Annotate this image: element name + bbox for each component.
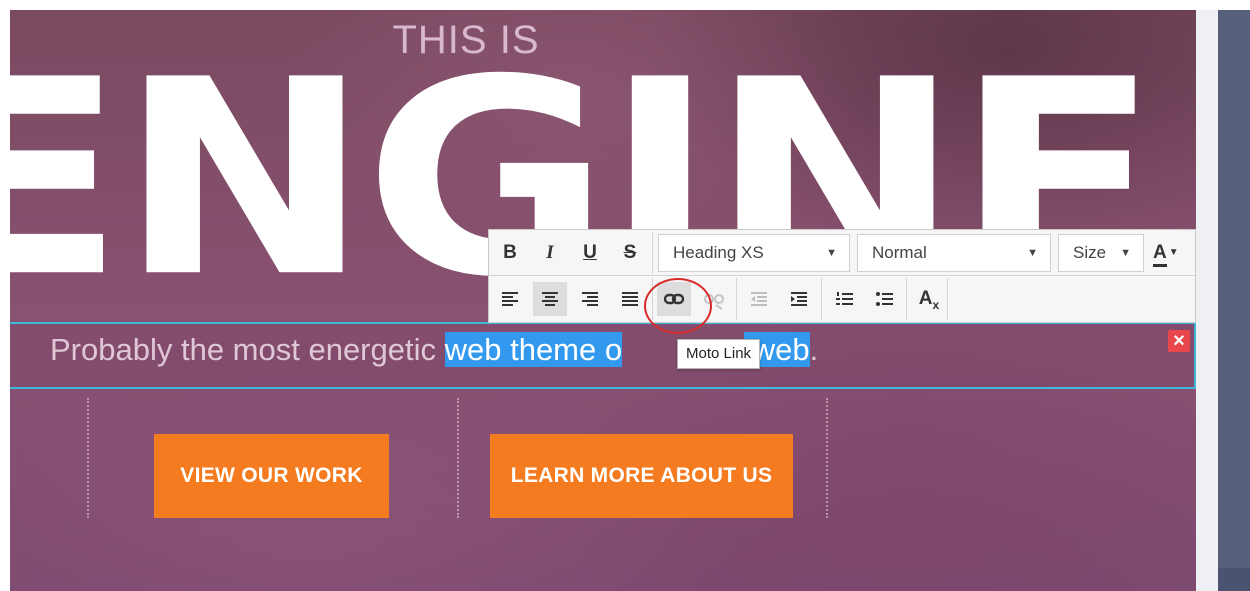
toolbar-row-formatting: B I U S Heading XS ▼ Normal ▼ Size ▼ A ▼ [489,230,1195,276]
learn-more-button[interactable]: LEARN MORE ABOUT US [490,434,793,518]
column-divider-3 [826,398,828,518]
editor-side-panel[interactable] [1218,10,1250,591]
toolbar-separator [652,232,653,274]
indent-button[interactable] [782,282,816,316]
toolbar-separator [821,278,822,320]
text-color-icon: A [1153,242,1167,268]
align-center-icon [542,292,558,306]
tagline-selection-start: web theme o [444,332,623,367]
chevron-down-icon: ▼ [1168,247,1179,258]
toolbar-separator [906,278,907,320]
strikethrough-button[interactable]: S [613,236,647,270]
numbered-list-icon [836,292,853,305]
font-size-value: Size [1073,243,1107,262]
chevron-down-icon: ▼ [826,247,837,259]
heading-select[interactable]: Heading XS ▼ [658,234,850,272]
underline-button[interactable]: U [573,236,607,270]
view-our-work-button[interactable]: VIEW OUR WORK [154,434,389,518]
align-left-button[interactable] [493,282,527,316]
align-justify-button[interactable] [613,282,647,316]
clear-formatting-icon: A [918,288,933,309]
paragraph-style-value: Normal [872,243,927,262]
italic-button[interactable]: I [533,236,567,270]
outdent-button[interactable] [742,282,776,316]
align-left-icon [502,292,518,306]
tagline-plain: Probably the most energetic [50,332,445,367]
moto-link-tooltip: Moto Link [677,339,761,369]
align-justify-icon [622,292,638,306]
heading-select-value: Heading XS [673,243,764,262]
paragraph-style-select[interactable]: Normal ▼ [857,234,1051,272]
toolbar-separator [947,278,948,320]
toolbar-row-paragraph: Ax [489,276,1195,322]
outdent-icon [751,292,767,306]
close-icon[interactable]: × [1168,330,1190,352]
align-right-button[interactable] [573,282,607,316]
font-size-select[interactable]: Size ▼ [1058,234,1144,272]
column-divider-1 [87,398,89,518]
editable-text-block[interactable]: Probably the most energetic web theme o … [10,322,1196,389]
toolbar-separator [736,278,737,320]
bullet-list-icon [876,292,893,306]
chevron-down-icon: ▼ [1120,247,1131,259]
chevron-down-icon: ▼ [1027,247,1038,259]
editor-gutter [1196,10,1218,591]
annotation-highlight-circle [644,278,712,334]
indent-icon [791,292,807,306]
bold-button[interactable]: B [493,236,527,270]
bullet-list-button[interactable] [867,282,901,316]
align-center-button[interactable] [533,282,567,316]
clear-formatting-button[interactable]: Ax [912,282,946,316]
align-right-icon [582,292,598,306]
column-divider-2 [457,398,459,518]
rich-text-toolbar: B I U S Heading XS ▼ Normal ▼ Size ▼ A▼ [488,229,1196,323]
tagline-period: . [809,332,819,367]
editor-side-panel-footer [1218,568,1250,591]
numbered-list-button[interactable] [827,282,861,316]
text-color-button[interactable]: A ▼ [1149,236,1193,270]
